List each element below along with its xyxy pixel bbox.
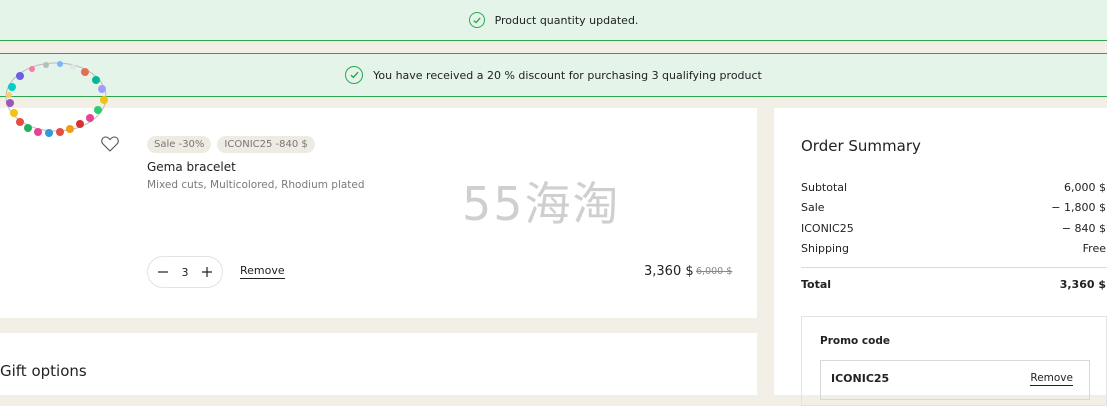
promo-code-label: Promo code: [820, 335, 890, 347]
summary-label: ICONIC25: [801, 222, 854, 235]
summary-label: Sale: [801, 201, 825, 214]
quantity-value[interactable]: 3: [182, 266, 189, 279]
discount-notice: You have received a 20 % discount for pu…: [0, 53, 1107, 97]
check-circle-icon: [468, 12, 485, 28]
summary-value: 6,000 $: [1064, 181, 1106, 194]
summary-row-subtotal: Subtotal 6,000 $: [801, 181, 1107, 194]
product-description: Mixed cuts, Multicolored, Rhodium plated: [147, 179, 365, 191]
gift-options-title[interactable]: Gift options: [0, 362, 87, 380]
increase-quantity-button[interactable]: [200, 265, 214, 279]
notice-text: You have received a 20 % discount for pu…: [373, 68, 762, 82]
summary-value: Free: [1082, 242, 1106, 255]
summary-value: − 1,800 $: [1051, 201, 1106, 214]
minus-icon: [158, 271, 168, 273]
promo-code-box: Promo code ICONIC25 Remove: [801, 316, 1107, 406]
summary-value: − 840 $: [1061, 222, 1106, 235]
quantity-updated-notice: Product quantity updated.: [0, 0, 1107, 41]
heart-icon[interactable]: [101, 136, 119, 152]
applied-promo-field: ICONIC25 Remove: [820, 360, 1090, 400]
summary-row-total: Total 3,360 $: [801, 278, 1107, 291]
summary-row-sale: Sale − 1,800 $: [801, 201, 1107, 214]
remove-promo-link[interactable]: Remove: [1030, 372, 1073, 386]
decrease-quantity-button[interactable]: [156, 265, 170, 279]
current-price: 3,360 $: [644, 264, 694, 279]
summary-row-promo: ICONIC25 − 840 $: [801, 222, 1107, 235]
sale-badge: Sale -30%: [147, 136, 212, 153]
summary-divider: [801, 267, 1107, 268]
check-circle-icon: [345, 66, 364, 84]
total-value: 3,360 $: [1059, 278, 1106, 291]
notice-text: Product quantity updated.: [494, 13, 639, 27]
quantity-stepper: 3: [147, 256, 223, 288]
product-name[interactable]: Gema bracelet: [147, 160, 236, 174]
order-summary-panel: Order Summary Subtotal 6,000 $ Sale − 1,…: [774, 108, 1107, 406]
summary-label: Subtotal: [801, 181, 848, 194]
applied-promo-code: ICONIC25: [831, 372, 890, 385]
gift-options-panel: Gift options: [0, 333, 757, 395]
summary-row-shipping: Shipping Free: [801, 242, 1107, 255]
plus-icon: [202, 267, 212, 277]
promo-badge: ICONIC25 -840 $: [217, 136, 315, 153]
total-label: Total: [801, 278, 832, 291]
remove-item-link[interactable]: Remove: [240, 264, 285, 279]
original-price: 6,000 $: [696, 266, 733, 277]
product-badges: Sale -30% ICONIC25 -840 $: [147, 136, 315, 153]
summary-label: Shipping: [801, 242, 849, 255]
order-summary-title: Order Summary: [801, 137, 921, 155]
